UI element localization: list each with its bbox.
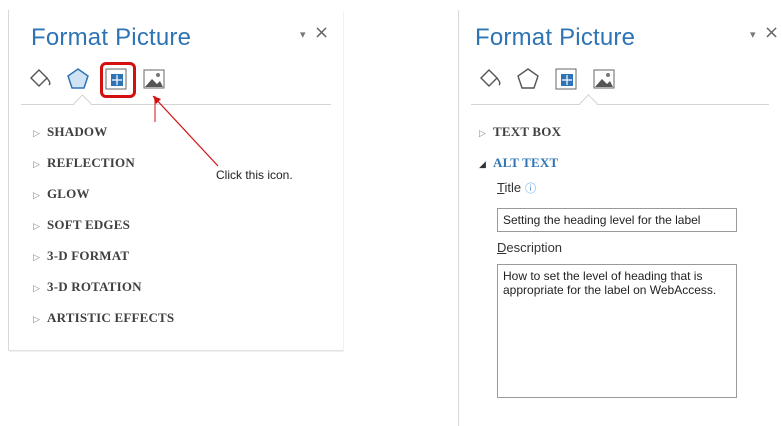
tab-icons: [27, 66, 327, 100]
section-label: GLOW: [47, 186, 90, 201]
description-textarea[interactable]: How to set the level of heading that is …: [497, 264, 737, 398]
info-icon[interactable]: ⓘ: [525, 183, 536, 195]
fill-line-icon[interactable]: [477, 66, 503, 92]
description-field-label: Description: [497, 240, 562, 255]
section-label: REFLECTION: [47, 155, 135, 170]
section-glow[interactable]: ▷ GLOW: [33, 186, 90, 202]
divider: [21, 104, 331, 105]
section-label: SHADOW: [47, 124, 108, 139]
pane-title: Format Picture: [475, 24, 636, 51]
section-label: ALT TEXT: [493, 155, 559, 170]
pane-title: Format Picture: [31, 24, 192, 51]
size-properties-icon[interactable]: [553, 66, 579, 92]
section-reflection[interactable]: ▷ REFLECTION: [33, 155, 135, 171]
title-input[interactable]: Setting the heading level for the label: [497, 208, 737, 232]
section-alt-text[interactable]: ◢ ALT TEXT: [479, 155, 558, 171]
section-label: 3-D FORMAT: [47, 248, 130, 263]
section-label: SOFT EDGES: [47, 217, 131, 232]
description-label-text: escription: [506, 240, 563, 255]
section-artistic-effects[interactable]: ▷ ARTISTIC EFFECTS: [33, 310, 174, 326]
section-label: 3-D ROTATION: [47, 279, 142, 294]
section-soft-edges[interactable]: ▷ SOFT EDGES: [33, 217, 130, 233]
section-3d-format[interactable]: ▷ 3-D FORMAT: [33, 248, 129, 264]
tab-icons: [477, 66, 777, 100]
annotation-text: Click this icon.: [216, 168, 293, 182]
section-shadow[interactable]: ▷ SHADOW: [33, 124, 107, 140]
section-text-box[interactable]: ▷ TEXT BOX: [479, 124, 561, 140]
fill-line-icon[interactable]: [27, 66, 53, 92]
title-label-text: itle: [504, 180, 522, 195]
effects-icon[interactable]: [65, 66, 91, 92]
pane-options-icon[interactable]: ▾: [750, 28, 756, 41]
picture-icon[interactable]: [591, 66, 617, 92]
section-label: TEXT BOX: [493, 124, 562, 139]
highlight-box: [100, 62, 136, 98]
format-picture-pane-effects: Format Picture ▾ × ▷ SHADOW ▷ REFLECTION ▷…: [8, 10, 343, 351]
title-field-label: Title ⓘ: [497, 180, 536, 196]
format-picture-pane-properties: Format Picture ▾ × ▷ TEXT BOX ◢ ALT TEXT T…: [458, 10, 781, 426]
close-pane-button[interactable]: ×: [764, 22, 779, 43]
section-3d-rotation[interactable]: ▷ 3-D ROTATION: [33, 279, 142, 295]
description-label-accesskey: D: [497, 240, 507, 255]
pane-options-icon[interactable]: ▾: [300, 28, 306, 41]
divider: [471, 104, 769, 105]
picture-icon[interactable]: [141, 66, 167, 92]
close-pane-button[interactable]: ×: [314, 22, 329, 43]
effects-icon[interactable]: [515, 66, 541, 92]
section-label: ARTISTIC EFFECTS: [47, 310, 175, 325]
